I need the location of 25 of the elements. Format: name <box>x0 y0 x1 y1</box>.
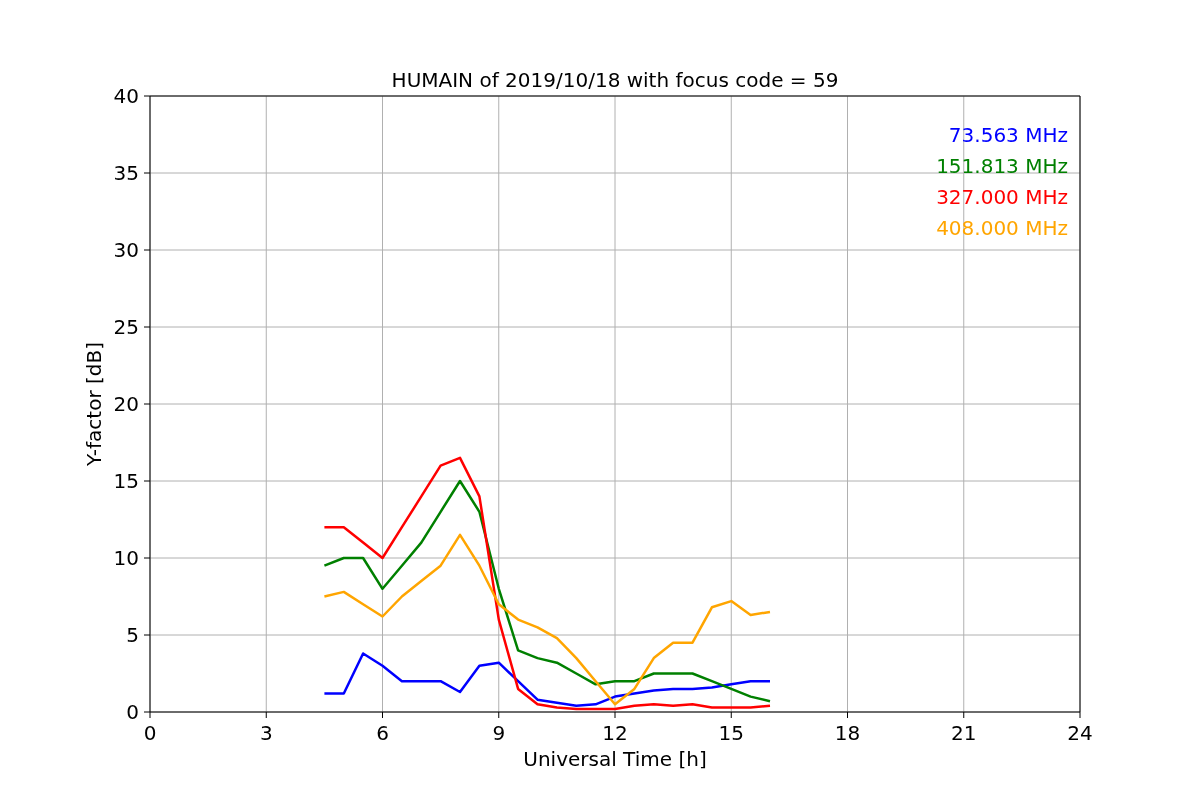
legend-label: 151.813 MHz <box>936 154 1068 178</box>
tick-label: 25 <box>113 315 139 339</box>
tick-label: 5 <box>126 623 139 647</box>
tick-label: 0 <box>126 700 139 724</box>
tick-label: 9 <box>492 721 506 745</box>
tick-label: 24 <box>1067 721 1093 745</box>
tick-label: 10 <box>113 546 139 570</box>
tick-label: 35 <box>113 161 139 185</box>
tick-label: 20 <box>113 392 139 416</box>
tick-label: 18 <box>834 721 861 745</box>
tick-label: 30 <box>113 238 139 262</box>
tick-label: 3 <box>259 721 273 745</box>
tick-label: 12 <box>602 721 628 745</box>
tick-label: 0 <box>143 721 157 745</box>
axis-label: Universal Time [h] <box>523 747 707 771</box>
tick-label: 40 <box>113 84 139 108</box>
tick-label: 21 <box>951 721 977 745</box>
legend-label: 73.563 MHz <box>948 123 1068 147</box>
tick-label: 15 <box>718 721 744 745</box>
chart-title: HUMAIN of 2019/10/18 with focus code = 59 <box>391 68 839 92</box>
axis-label: Y-factor [dB] <box>82 342 106 466</box>
tick-label: 15 <box>113 469 139 493</box>
legend-label: 408.000 MHz <box>936 216 1068 240</box>
legend-label: 327.000 MHz <box>936 185 1068 209</box>
tick-label: 6 <box>376 721 389 745</box>
